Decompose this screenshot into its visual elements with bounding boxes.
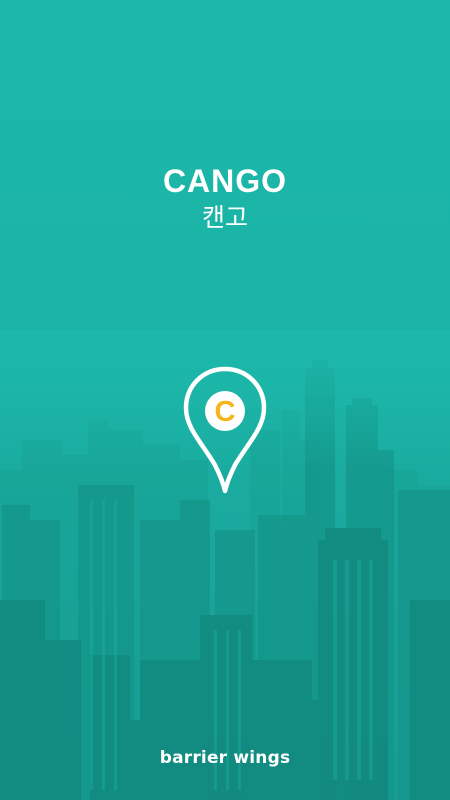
brand-name: barrier wings [159,748,291,768]
logo-letter: C [215,396,236,428]
app-name: CANGO [162,163,288,199]
title-block: CANGO 캔고 [0,162,450,234]
app-name-korean: 캔고 [201,203,248,232]
map-pin-icon: C [183,366,267,494]
splash-screen: CANGO 캔고 C barrier wings [0,0,450,800]
